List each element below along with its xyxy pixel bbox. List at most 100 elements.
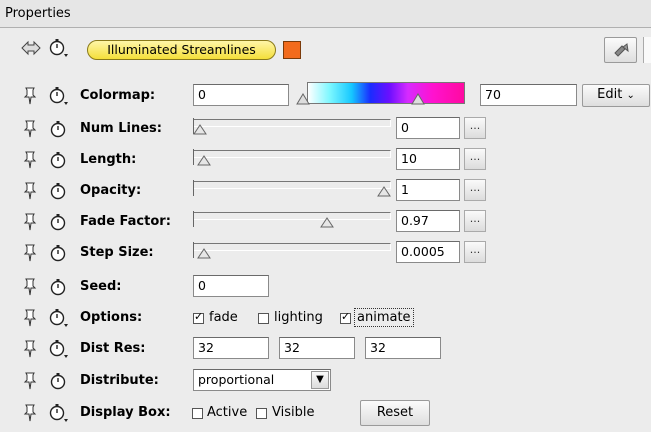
colormap-edit-button[interactable]: Edit ⌄ <box>582 84 650 107</box>
length-more-button[interactable]: ... <box>464 148 486 170</box>
reset-button-label: Reset <box>376 405 414 420</box>
timer-icon[interactable] <box>49 182 67 200</box>
timer-dropdown-icon[interactable] <box>49 403 69 423</box>
options-row: Options: fade lighting animate <box>0 303 651 333</box>
fade-factor-more-button[interactable]: ... <box>464 210 486 232</box>
step-size-label: Step Size: <box>80 245 154 260</box>
pin-icon[interactable] <box>23 278 37 296</box>
panel-titlebar: Properties <box>0 0 651 28</box>
pin-icon[interactable] <box>23 87 37 105</box>
panel-title: Properties <box>5 6 71 21</box>
colormap-row: Colormap: 0 70 Edit ⌄ <box>0 81 651 111</box>
pin-icon[interactable] <box>23 404 37 422</box>
dist-res-y-input[interactable]: 32 <box>279 337 355 359</box>
display-box-row: Display Box: Active Visible Reset <box>0 398 651 428</box>
camera-button[interactable] <box>604 37 637 63</box>
num-lines-row: Num Lines: 0 ... <box>0 114 651 144</box>
pin-icon[interactable] <box>23 340 37 358</box>
step-size-row: Step Size: 0.0005 ... <box>0 238 651 268</box>
fade-factor-input[interactable]: 0.97 <box>396 210 460 232</box>
fade-checkbox[interactable] <box>193 310 204 324</box>
slider-thumb[interactable] <box>320 217 334 228</box>
fade-factor-slider[interactable] <box>193 209 391 231</box>
timer-dropdown-icon[interactable] <box>49 38 69 58</box>
slider-thumb[interactable] <box>377 186 391 197</box>
num-lines-slider[interactable] <box>193 116 391 138</box>
num-lines-label: Num Lines: <box>80 121 162 136</box>
camera-icon <box>613 43 629 57</box>
seed-label: Seed: <box>80 279 122 294</box>
lighting-checkbox-label: lighting <box>274 310 323 325</box>
timer-dropdown-icon[interactable] <box>49 339 69 359</box>
timer-icon[interactable] <box>49 372 67 390</box>
slider-thumb[interactable] <box>197 155 211 166</box>
step-size-more-button[interactable]: ... <box>464 241 486 263</box>
distribute-row: Distribute: proportional ▼ <box>0 366 651 396</box>
pin-icon[interactable] <box>23 120 37 138</box>
animate-checkbox-label: animate <box>354 308 414 327</box>
chevron-down-icon[interactable]: ▼ <box>311 371 329 389</box>
fade-factor-label: Fade Factor: <box>80 214 171 229</box>
active-checkbox[interactable] <box>192 408 203 419</box>
module-name-label: Illuminated Streamlines <box>107 42 256 57</box>
colormap-min-input[interactable]: 0 <box>193 84 289 106</box>
lighting-checkbox[interactable] <box>258 313 269 324</box>
dist-res-label: Dist Res: <box>80 341 146 356</box>
pin-icon[interactable] <box>23 182 37 200</box>
dist-res-z-input[interactable]: 32 <box>365 337 441 359</box>
opacity-label: Opacity: <box>80 183 142 198</box>
visible-checkbox[interactable] <box>256 408 267 419</box>
module-row: Illuminated Streamlines <box>0 32 651 63</box>
colormap-max-handle[interactable] <box>411 93 425 105</box>
length-slider[interactable] <box>193 147 391 169</box>
length-input[interactable]: 10 <box>396 148 460 170</box>
fade-checkbox-label: fade <box>209 310 238 325</box>
edit-button-label: Edit <box>597 87 623 102</box>
pin-icon[interactable] <box>23 151 37 169</box>
pin-icon[interactable] <box>23 244 37 262</box>
timer-icon[interactable] <box>49 120 67 138</box>
opacity-input[interactable]: 1 <box>396 179 460 201</box>
step-size-input[interactable]: 0.0005 <box>396 241 460 263</box>
module-name-button[interactable]: Illuminated Streamlines <box>87 40 276 60</box>
dist-res-x-input[interactable]: 32 <box>193 337 269 359</box>
timer-icon[interactable] <box>49 213 67 231</box>
opacity-row: Opacity: 1 ... <box>0 176 651 206</box>
timer-dropdown-icon[interactable] <box>49 86 69 106</box>
num-lines-more-button[interactable]: ... <box>464 117 486 139</box>
timer-icon[interactable] <box>49 244 67 262</box>
pin-icon[interactable] <box>23 372 37 390</box>
opacity-more-button[interactable]: ... <box>464 179 486 201</box>
active-checkbox-label: Active <box>207 405 248 420</box>
colormap-min-handle[interactable] <box>296 93 310 105</box>
options-label: Options: <box>80 310 143 325</box>
timer-icon[interactable] <box>49 151 67 169</box>
slider-thumb[interactable] <box>193 124 207 135</box>
colormap-max-input[interactable]: 70 <box>480 84 577 106</box>
seed-row: Seed: 0 <box>0 272 651 302</box>
animate-checkbox[interactable] <box>340 310 351 324</box>
opacity-slider[interactable] <box>193 178 391 200</box>
step-size-slider[interactable] <box>193 240 391 262</box>
pin-icon[interactable] <box>23 309 37 327</box>
distribute-label: Distribute: <box>80 373 159 388</box>
pin-icon[interactable] <box>23 213 37 231</box>
seed-input[interactable]: 0 <box>193 275 269 297</box>
num-lines-input[interactable]: 0 <box>396 117 460 139</box>
slider-thumb[interactable] <box>197 248 211 259</box>
reset-button[interactable]: Reset <box>360 400 430 426</box>
dist-res-row: Dist Res: 32 32 32 <box>0 334 651 364</box>
colormap-label: Colormap: <box>80 88 156 103</box>
chevron-down-icon: ⌄ <box>626 90 635 101</box>
timer-dropdown-icon[interactable] <box>49 308 69 328</box>
move-icon[interactable] <box>20 40 42 56</box>
length-row: Length: 10 ... <box>0 145 651 175</box>
module-color-swatch[interactable] <box>283 41 301 59</box>
timer-icon[interactable] <box>49 278 67 296</box>
properties-panel: Properties Illuminated Streamlines Color… <box>0 0 651 432</box>
colormap-gradient[interactable] <box>307 82 465 104</box>
visible-checkbox-label: Visible <box>272 405 315 420</box>
fade-factor-row: Fade Factor: 0.97 ... <box>0 207 651 237</box>
length-label: Length: <box>80 152 137 167</box>
display-box-label: Display Box: <box>80 405 171 420</box>
